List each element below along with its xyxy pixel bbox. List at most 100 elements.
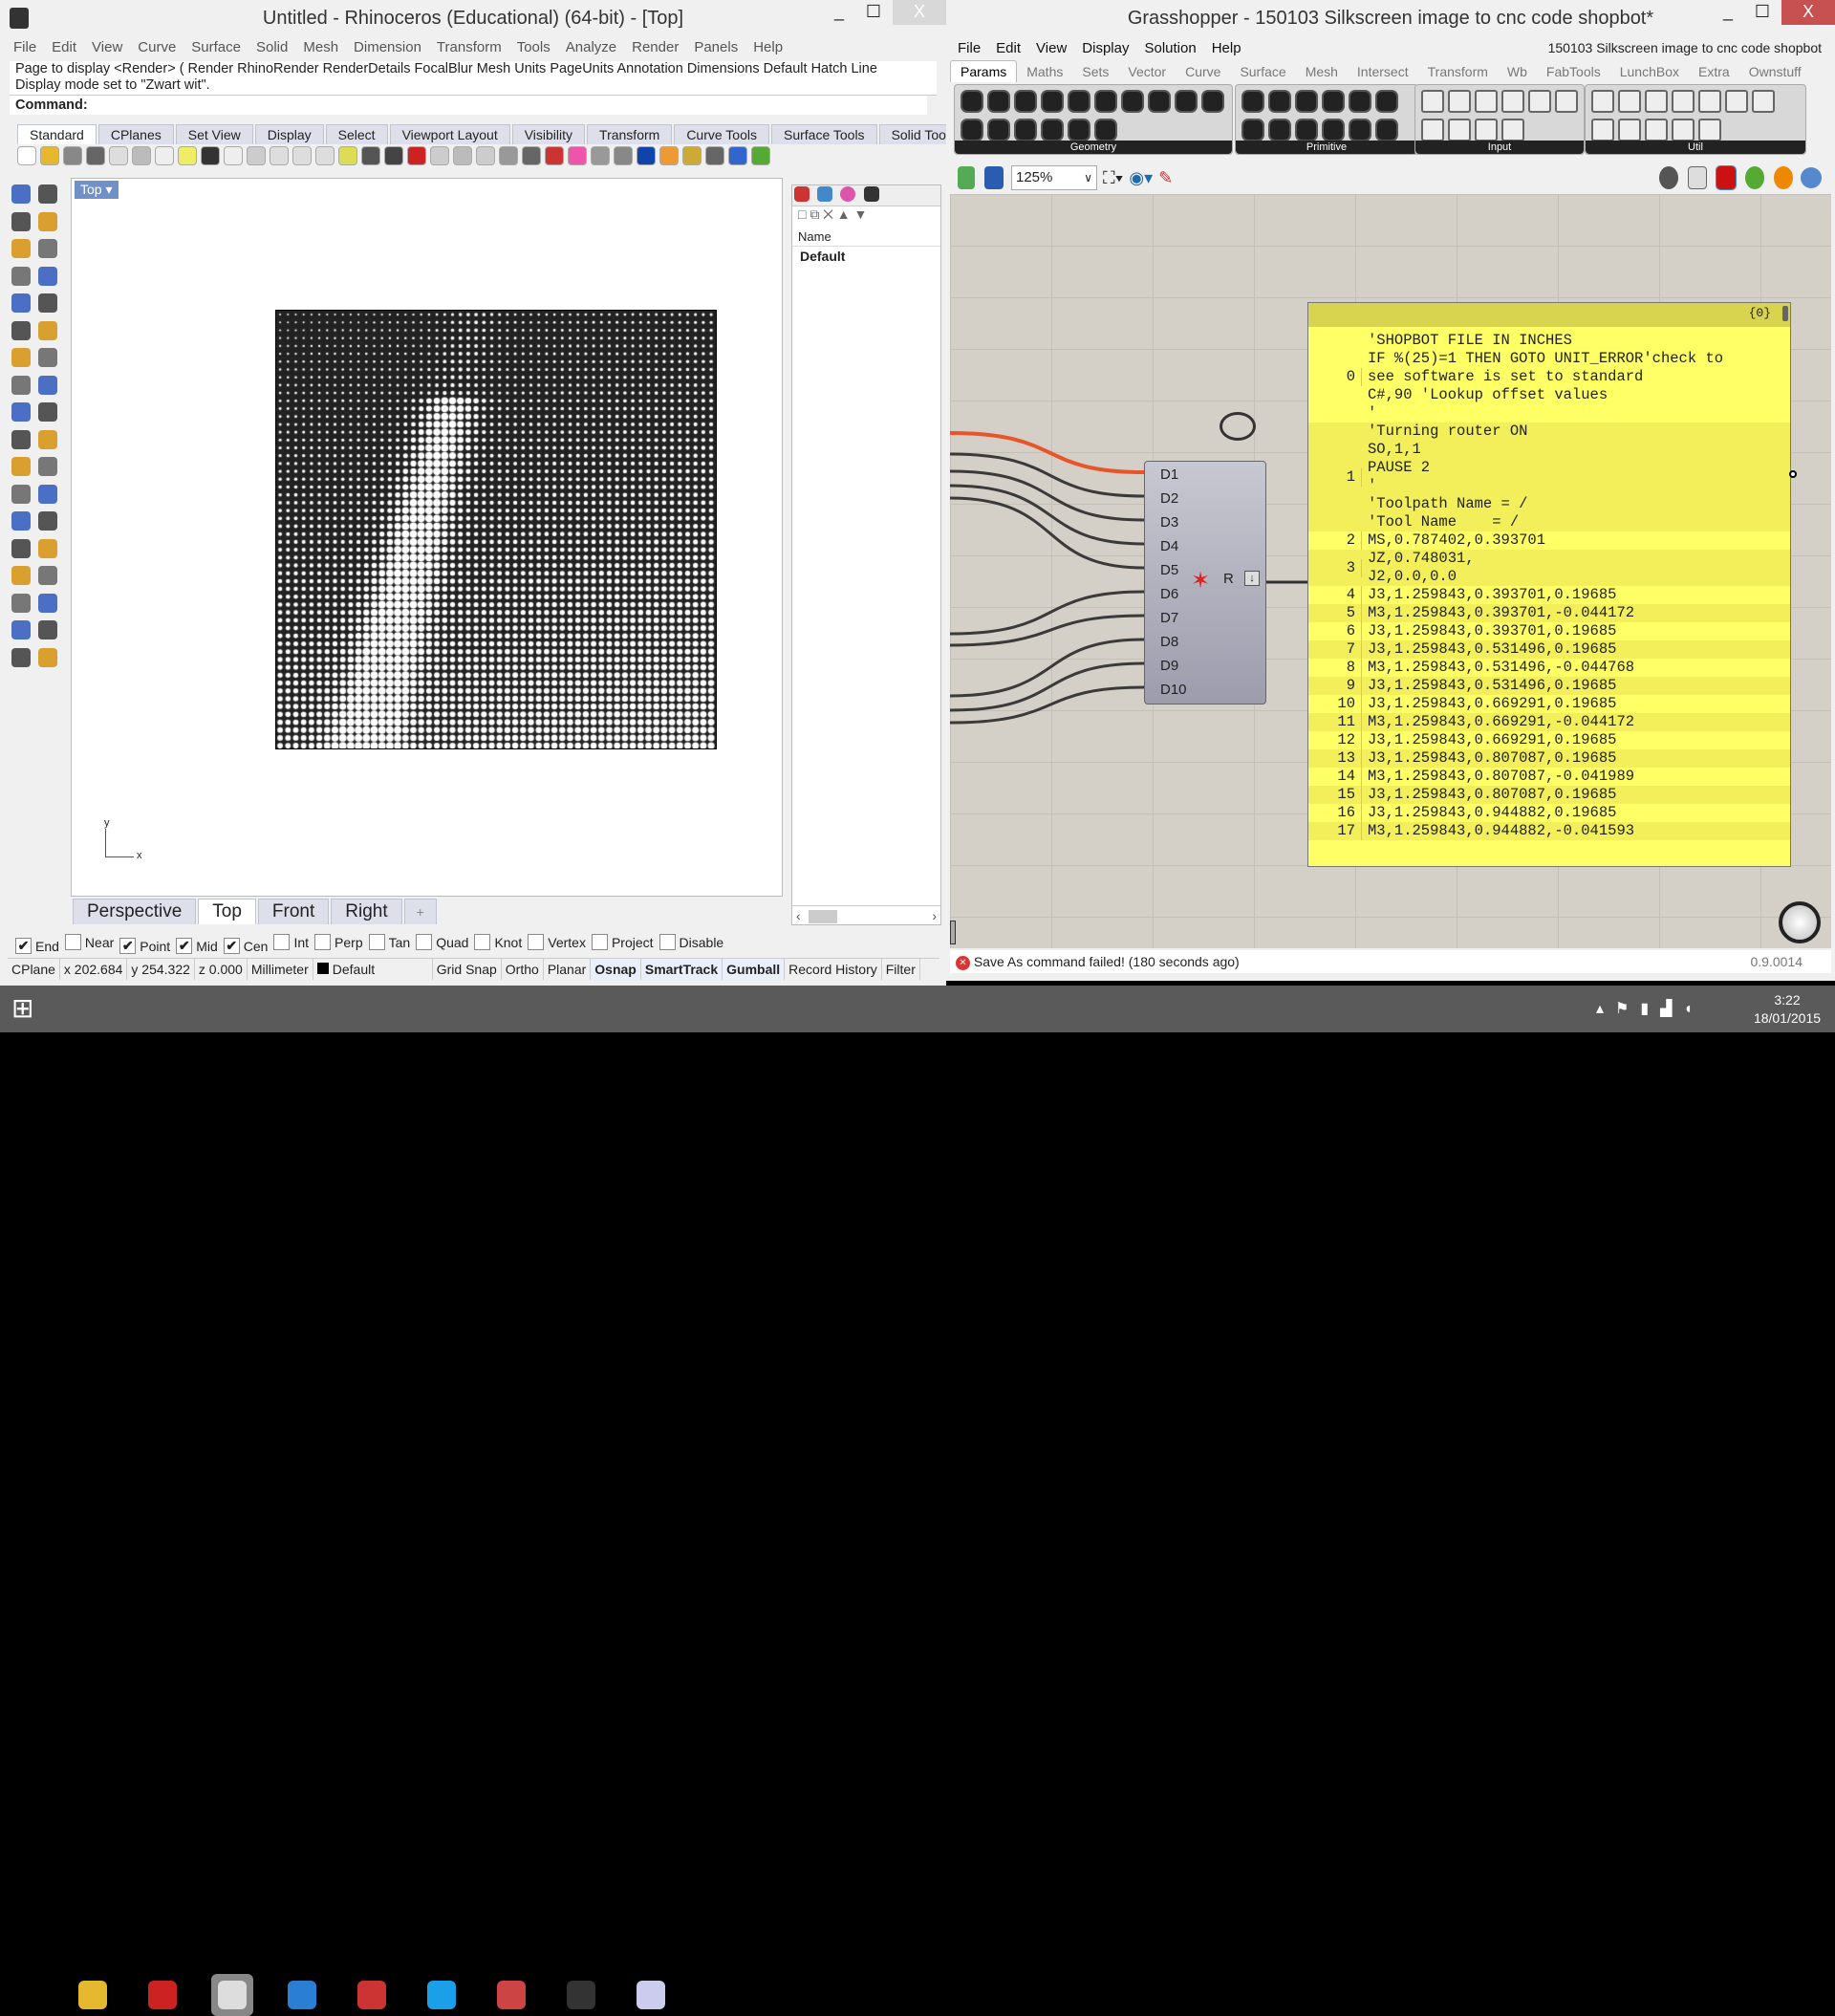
left-tool-30-icon[interactable] [11, 593, 31, 613]
toolbar-tab-display[interactable]: Display [254, 124, 324, 144]
import-icon[interactable] [109, 146, 128, 165]
left-tool-12-icon[interactable] [11, 348, 31, 367]
menu-surface[interactable]: Surface [184, 37, 248, 58]
gh-tab-fabtools[interactable]: FabTools [1537, 61, 1610, 82]
menu-solid[interactable]: Solid [248, 37, 295, 58]
geometry-component-4-icon[interactable] [1068, 90, 1090, 113]
left-tool-7-icon[interactable] [38, 266, 57, 286]
gh-menu-edit[interactable]: Edit [988, 38, 1028, 59]
checkbox[interactable] [591, 934, 608, 950]
left-tool-4-icon[interactable] [11, 239, 31, 258]
left-tool-9-icon[interactable] [38, 293, 57, 313]
osnap-near[interactable]: Near [64, 934, 114, 950]
preview-quality-icon[interactable] [1801, 167, 1822, 188]
input-d5[interactable]: D5 [1160, 560, 1178, 581]
zoom-selected-icon[interactable] [338, 146, 357, 165]
taskbar-app-blue-ring[interactable] [281, 1974, 323, 2016]
preview-selected-icon[interactable] [1745, 166, 1764, 189]
pan-icon[interactable] [224, 146, 243, 165]
util-component-10-icon[interactable] [1672, 119, 1695, 141]
input-component-7-icon[interactable] [1448, 119, 1471, 141]
preview-shaded-icon[interactable] [1716, 165, 1737, 190]
status-toggle-smarttrack[interactable]: SmartTrack [640, 959, 723, 980]
left-tool-11-icon[interactable] [38, 320, 57, 340]
osnap-disable[interactable]: Disable [658, 934, 723, 950]
primitive-component-7-icon[interactable] [1268, 119, 1291, 141]
osnap-end[interactable]: ✔ End [15, 938, 59, 954]
geometry-component-13-icon[interactable] [1041, 119, 1064, 141]
text-panel[interactable]: {0} 0 'SHOPBOT FILE IN INCHES IF %(25)=1 … [1307, 302, 1791, 867]
osnap-tan[interactable]: Tan [368, 934, 410, 950]
toolbar-tab-surface-tools[interactable]: Surface Tools [770, 124, 877, 144]
input-component-1-icon[interactable] [1448, 90, 1471, 113]
input-d2[interactable]: D2 [1160, 488, 1178, 509]
checkbox[interactable] [368, 934, 385, 950]
navigation-compass[interactable] [1779, 901, 1821, 943]
preview-wire-icon[interactable] [1659, 166, 1678, 189]
zoom-dropdown[interactable]: 125% ∨ [1011, 165, 1097, 190]
preview-eye-icon[interactable]: ◉▾ [1129, 168, 1153, 188]
primitive-component-4-icon[interactable] [1349, 90, 1371, 113]
input-component-4-icon[interactable] [1528, 90, 1551, 113]
left-tool-22-icon[interactable] [11, 484, 31, 504]
taskbar-app-c[interactable] [421, 1974, 463, 2016]
close-button[interactable]: X [893, 0, 946, 25]
gh-canvas[interactable]: D1 D2 D3 D4 D5 D6 D7 D8 D9 D10 ✶ R ↓ {0} 0 'SHOPBO… [950, 194, 1831, 948]
input-component-8-icon[interactable] [1475, 119, 1498, 141]
util-component-4-icon[interactable] [1698, 90, 1721, 113]
left-tool-17-icon[interactable] [38, 402, 57, 422]
output-menu-icon[interactable]: ↓ [1244, 571, 1260, 586]
canvas-scroll-handle[interactable] [950, 921, 956, 944]
toolbar-tab-viewport-layout[interactable]: Viewport Layout [389, 124, 510, 144]
input-d6[interactable]: D6 [1160, 584, 1178, 605]
primitive-component-11-icon[interactable] [1375, 119, 1398, 141]
checkbox[interactable] [273, 934, 291, 950]
four-viewports-icon[interactable] [384, 146, 403, 165]
clock[interactable]: 3:22 18/01/2015 [1749, 991, 1825, 1028]
checkbox[interactable] [528, 934, 545, 950]
taskbar-rhino[interactable] [211, 1974, 253, 2016]
primitive-component-9-icon[interactable] [1322, 119, 1345, 141]
toolbar-tab-cplanes[interactable]: CPlanes [97, 124, 174, 144]
util-component-7-icon[interactable] [1591, 119, 1614, 141]
input-d10[interactable]: D10 [1160, 680, 1187, 701]
gh-tab-maths[interactable]: Maths [1017, 61, 1072, 82]
left-tool-19-icon[interactable] [38, 429, 57, 449]
geometry-component-1-icon[interactable] [987, 90, 1010, 113]
toolbar-tab-select[interactable]: Select [325, 124, 388, 144]
materials-tab-icon[interactable] [840, 186, 856, 202]
left-tool-2-icon[interactable] [11, 211, 31, 231]
menu-transform[interactable]: Transform [429, 37, 509, 58]
viewport-top[interactable]: Top ▾ y x [71, 178, 783, 897]
left-tool-20-icon[interactable] [11, 457, 31, 476]
display-tab-icon[interactable] [863, 186, 879, 202]
copy-icon[interactable] [155, 146, 174, 165]
util-component-6-icon[interactable] [1752, 90, 1775, 113]
dimension-icon[interactable] [705, 146, 724, 165]
point-light-icon[interactable] [659, 146, 679, 165]
help-icon[interactable] [728, 146, 747, 165]
shaded-icon[interactable] [591, 146, 610, 165]
tray-icons[interactable]: ▴⚑▮▟◖ [1596, 999, 1704, 1018]
layer-icon[interactable] [545, 146, 564, 165]
osnap-quad[interactable]: Quad [416, 934, 468, 950]
relay-node[interactable] [1220, 412, 1256, 441]
preview-material-icon[interactable] [1774, 166, 1793, 189]
left-tool-35-icon[interactable] [38, 647, 57, 667]
gh-menu-display[interactable]: Display [1074, 38, 1136, 59]
zoom-icon[interactable] [270, 146, 289, 165]
left-tool-28-icon[interactable] [11, 566, 31, 585]
gh-tab-transform[interactable]: Transform [1418, 61, 1498, 82]
menu-mesh[interactable]: Mesh [295, 37, 346, 58]
toolbar-tab-set-view[interactable]: Set View [175, 124, 253, 144]
gh-close-button[interactable]: X [1781, 0, 1835, 25]
left-tool-25-icon[interactable] [38, 511, 57, 531]
gh-tab-lunchbox[interactable]: LunchBox [1610, 61, 1689, 82]
input-d8[interactable]: D8 [1160, 632, 1178, 653]
menu-analyze[interactable]: Analyze [558, 37, 624, 58]
gh-menu-solution[interactable]: Solution [1136, 38, 1203, 59]
horizontal-scrollbar[interactable]: ‹ › [792, 905, 940, 924]
left-tool-3-icon[interactable] [38, 211, 57, 231]
input-d1[interactable]: D1 [1160, 465, 1178, 486]
osnap-perp[interactable]: Perp [314, 934, 363, 950]
